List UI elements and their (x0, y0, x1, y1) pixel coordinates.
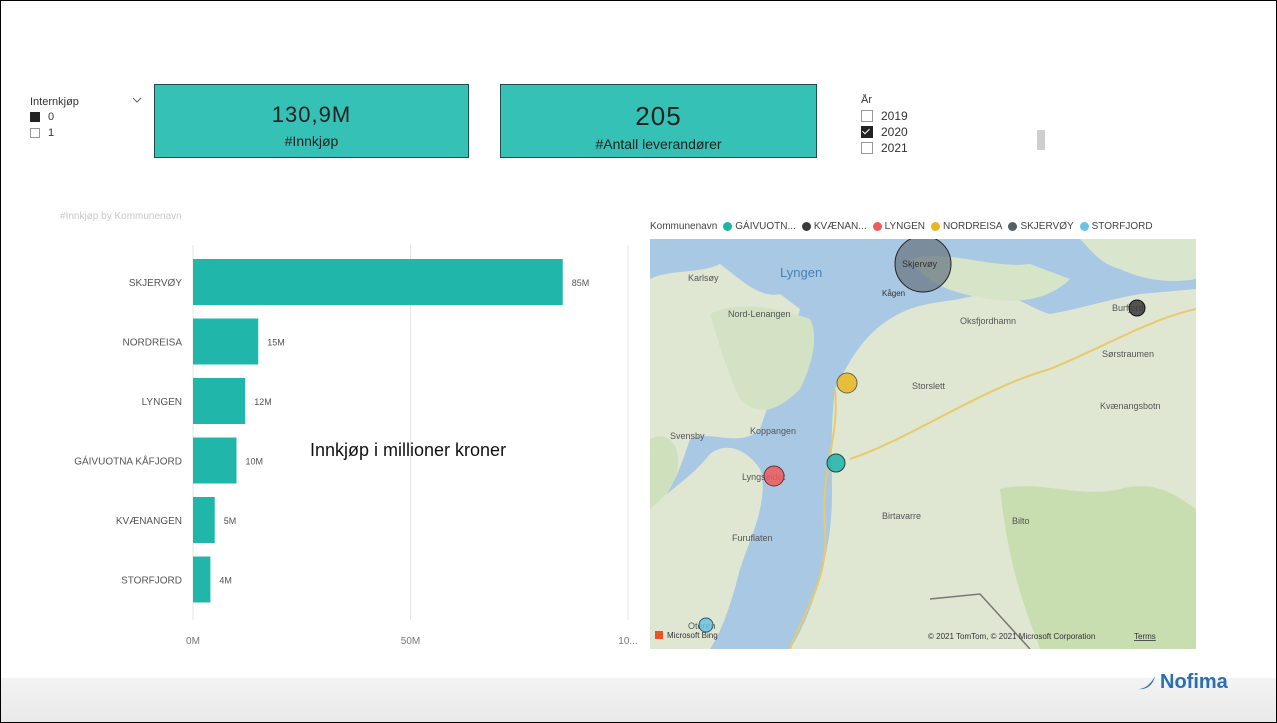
data-label: 85M (572, 278, 590, 288)
map-label: Birtavarre (882, 511, 921, 521)
category-label: GÁIVUOTNA KÅFJORD (74, 455, 182, 468)
slicer-internkjop: Internkjøp 0 1 (30, 96, 142, 141)
bar[interactable] (193, 437, 237, 484)
kpi-card-leverandorer: 205 #Antall leverandører (500, 84, 817, 158)
kpi-value: 130,9M (271, 102, 352, 127)
slicer-option-label: 1 (48, 127, 55, 139)
map-legend-title: Kommunenavn (650, 221, 718, 232)
map-label: Furuflaten (732, 533, 773, 543)
checkbox[interactable] (861, 110, 873, 122)
x-tick-label: 10... (618, 636, 637, 647)
map-label: Karlsøy (688, 273, 719, 283)
slicer-option-label: 0 (48, 111, 55, 123)
slicer-option-label: 2020 (881, 125, 908, 139)
map-bubble-lyngen[interactable] (763, 465, 785, 487)
category-label: KVÆNANGEN (116, 516, 182, 527)
map-label: Kvænangsbotn (1100, 401, 1161, 411)
legend-marker (1008, 222, 1018, 231)
legend-label[interactable]: STORFJORD (1092, 221, 1153, 232)
bar[interactable] (193, 318, 259, 365)
chart-title: #Innkjøp by Kommunenavn (60, 211, 182, 222)
slicer-option-2021[interactable]: 2021 (861, 140, 941, 154)
kpi-label: #Antall leverandører (595, 136, 722, 152)
legend-label[interactable]: GÁIVUOTN... (735, 221, 796, 232)
x-tick-label: 50M (401, 636, 420, 647)
category-label: STORFJORD (121, 576, 182, 587)
slicer-option-2019[interactable]: 2019 (861, 108, 941, 124)
kpi-value: 205 (635, 101, 682, 131)
chevron-down-icon[interactable] (132, 96, 142, 104)
map-label: Nord-Lenangen (728, 309, 791, 319)
map-label: Lyngen (780, 265, 822, 280)
map-legend: Kommunenavn GÁIVUOTN... KVÆNAN... LYNGEN NO… (650, 221, 1153, 232)
map-label: Skjervøy (902, 259, 938, 269)
checkbox[interactable] (30, 128, 40, 138)
logo-text: Nofima (1160, 671, 1228, 693)
category-label: NORDREISA (123, 338, 183, 349)
data-label: 15M (267, 338, 285, 348)
bar-chart: SKJERVØY 85M NORDREISA 15M LYNGEN 12M GÁIVUOTN… (74, 245, 638, 647)
legend-label[interactable]: KVÆNAN... (814, 221, 867, 232)
map-label: Svensby (670, 431, 705, 441)
map-terms-link: Terms (1134, 632, 1156, 641)
slicer-scrollbar[interactable] (1037, 130, 1045, 150)
map-attribution-right: © 2021 TomTom, © 2021 Microsoft Corporat… (928, 632, 1095, 641)
map-label: Storslett (912, 381, 946, 391)
slicer-option-label: 2019 (881, 109, 908, 123)
data-label: 10M (246, 457, 264, 467)
annotation-text: Innkjøp i millioner kroner (310, 440, 507, 460)
map-bubble-nordreisa[interactable] (836, 372, 858, 394)
slicer-ar-title: År (861, 94, 872, 106)
data-label: 4M (219, 576, 232, 586)
checkbox[interactable] (861, 142, 873, 154)
slicer-option-0[interactable]: 0 (30, 109, 142, 125)
data-label: 12M (254, 397, 272, 407)
bar[interactable] (193, 556, 211, 603)
legend-marker (872, 222, 882, 231)
slicer-internkjop-title: Internkjøp (30, 96, 79, 108)
bar[interactable] (193, 259, 563, 305)
map-canvas: Lyngen Karlsøy Kågen Nord-Lenangen Oksfj… (650, 239, 1196, 649)
map-visual[interactable]: Lyngen Karlsøy Kågen Nord-Lenangen Oksfj… (650, 239, 1196, 649)
map-label: Bilto (1012, 516, 1030, 526)
slicer-option-1[interactable]: 1 (30, 125, 142, 141)
legend-marker (1079, 222, 1089, 231)
map-attribution-left: Microsoft Bing (667, 631, 718, 640)
checkbox-checked[interactable] (861, 126, 873, 138)
map-bubble-kvaenangen[interactable] (1128, 299, 1146, 317)
data-label: 5M (224, 516, 237, 526)
x-tick-label: 0M (186, 636, 200, 647)
map-bubble-gaivuotna[interactable] (826, 453, 846, 473)
map-label: Sørstraumen (1102, 349, 1154, 359)
map-label: Koppangen (750, 426, 796, 436)
nofima-logo: Nofima (1137, 671, 1228, 694)
logo-swoosh-icon (1138, 675, 1155, 689)
microsoft-logo-icon (655, 631, 663, 639)
slicer-ar: År 2019 2020 2021 (861, 94, 941, 154)
legend-marker (723, 222, 733, 231)
category-label: SKJERVØY (129, 278, 182, 289)
map-bubble-storfjord[interactable] (698, 617, 714, 633)
slicer-option-2020[interactable]: 2020 (861, 124, 941, 140)
category-label: LYNGEN (142, 397, 182, 408)
kpi-card-innkjop: 130,9M #Innkjøp (154, 84, 469, 158)
map-label: Oksfjordhamn (960, 316, 1016, 326)
bar[interactable] (193, 378, 246, 424)
map-label: Kågen (882, 289, 905, 298)
legend-marker (801, 222, 811, 231)
slicer-option-label: 2021 (881, 141, 908, 154)
checkbox-filled[interactable] (30, 112, 40, 122)
bar[interactable] (193, 497, 215, 543)
legend-marker (931, 222, 941, 231)
legend-label[interactable]: NORDREISA (943, 221, 1002, 232)
legend-label[interactable]: LYNGEN (885, 221, 925, 232)
kpi-label: #Innkjøp (284, 133, 339, 149)
legend-label[interactable]: SKJERVØY (1020, 221, 1073, 232)
